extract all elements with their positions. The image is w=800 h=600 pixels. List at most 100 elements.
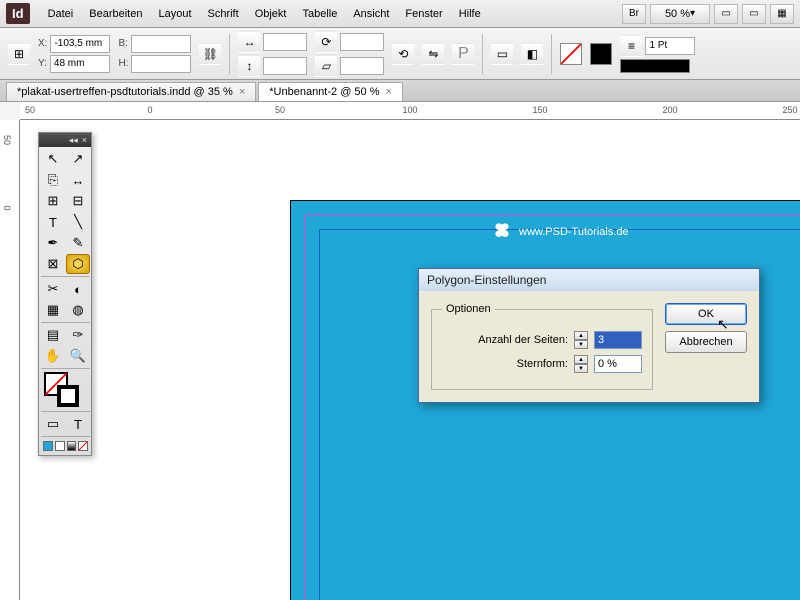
y-label: Y: bbox=[38, 58, 47, 69]
hand-tool[interactable]: ✋ bbox=[41, 346, 65, 366]
gradient-feather-tool[interactable]: ◍ bbox=[66, 300, 90, 320]
direct-selection-tool[interactable]: ↗ bbox=[66, 149, 90, 169]
ruler-vertical[interactable]: 50 0 bbox=[0, 120, 20, 600]
rotate-icon[interactable]: ⟳ bbox=[315, 31, 337, 53]
arrange-icon[interactable]: ▦ bbox=[770, 4, 794, 24]
pencil-tool[interactable]: ✎ bbox=[66, 233, 90, 253]
w-input[interactable] bbox=[131, 35, 191, 53]
tab-unbenannt[interactable]: *Unbenannt-2 @ 50 %× bbox=[258, 82, 403, 101]
stroke-weight-icon: ≡ bbox=[620, 35, 642, 57]
stroke-weight-input[interactable] bbox=[645, 37, 695, 55]
sides-step-up[interactable]: ▲ bbox=[574, 331, 588, 340]
collapse-icon[interactable]: ◂◂ bbox=[69, 135, 78, 146]
bridge-button[interactable]: Br bbox=[622, 4, 646, 24]
apply-swatches[interactable] bbox=[41, 439, 90, 453]
cancel-button[interactable]: Abbrechen bbox=[665, 331, 747, 353]
content-placer-tool[interactable]: ⊟ bbox=[66, 191, 90, 211]
menu-bearbeiten[interactable]: Bearbeiten bbox=[81, 4, 150, 24]
menu-fenster[interactable]: Fenster bbox=[397, 4, 450, 24]
y-input[interactable] bbox=[50, 55, 110, 73]
menu-bar: Id Datei Bearbeiten Layout Schrift Objek… bbox=[0, 0, 800, 28]
menu-schrift[interactable]: Schrift bbox=[200, 4, 247, 24]
view-mode-icon[interactable]: ▭ bbox=[714, 4, 738, 24]
ok-button[interactable]: OK bbox=[665, 303, 747, 325]
scale-x-input[interactable] bbox=[263, 33, 307, 51]
content-collector-tool[interactable]: ⊞ bbox=[41, 191, 65, 211]
dialog-title[interactable]: Polygon-Einstellungen bbox=[419, 269, 759, 291]
star-step-down[interactable]: ▼ bbox=[574, 364, 588, 373]
document-tabs: *plakat-usertreffen-psdtutorials.indd @ … bbox=[0, 80, 800, 102]
free-transform-tool[interactable]: ◐ bbox=[66, 279, 90, 299]
select-container-icon[interactable]: ▭ bbox=[491, 43, 513, 65]
polygon-tool[interactable]: ⬡ bbox=[66, 254, 90, 274]
page-tool[interactable]: ⎘ bbox=[41, 170, 65, 190]
polygon-settings-dialog: Polygon-Einstellungen Optionen Anzahl de… bbox=[418, 268, 760, 403]
pen-tool[interactable]: ✒ bbox=[41, 233, 65, 253]
w-label: B: bbox=[118, 38, 127, 49]
screen-mode-icon[interactable]: ▭ bbox=[742, 4, 766, 24]
scale-y-icon[interactable]: ↕ bbox=[238, 55, 260, 77]
rectangle-frame-tool[interactable]: ⊠ bbox=[41, 254, 65, 274]
options-legend: Optionen bbox=[442, 303, 495, 315]
formatting-container-icon[interactable]: ▭ bbox=[41, 414, 65, 434]
stroke-swatch[interactable] bbox=[590, 43, 612, 65]
note-tool[interactable]: ▤ bbox=[41, 325, 65, 345]
options-group: Optionen Anzahl der Seiten: ▲▼ Sternform… bbox=[431, 303, 653, 390]
selection-tool[interactable]: ↖ bbox=[41, 149, 65, 169]
toolbox: ◂◂× ↖ ↗ ⎘ ↔ ⊞ ⊟ T ╲ ✒ ✎ ⊠ ⬡ ✂ ◐ ▦ ◍ ▤ ✑ … bbox=[38, 132, 92, 456]
flip-h-icon[interactable]: ⇋ bbox=[422, 43, 444, 65]
close-icon[interactable]: × bbox=[386, 86, 392, 98]
x-label: X: bbox=[38, 38, 47, 49]
flip-v-icon[interactable]: P bbox=[452, 43, 474, 65]
rotate-input[interactable] bbox=[340, 33, 384, 51]
apply-none[interactable] bbox=[55, 441, 65, 451]
close-icon[interactable]: × bbox=[239, 86, 245, 98]
menu-layout[interactable]: Layout bbox=[150, 4, 199, 24]
star-input[interactable] bbox=[594, 355, 642, 373]
apply-none-slash[interactable] bbox=[78, 441, 88, 451]
scale-x-icon[interactable]: ↔ bbox=[238, 31, 260, 53]
type-tool[interactable]: T bbox=[41, 212, 65, 232]
select-content-icon[interactable]: ◧ bbox=[521, 43, 543, 65]
x-input[interactable] bbox=[50, 35, 110, 53]
eyedropper-tool[interactable]: ✑ bbox=[66, 325, 90, 345]
zoom-level[interactable]: 50 % ▾ bbox=[650, 4, 710, 24]
reference-point-icon[interactable]: ⊞ bbox=[8, 43, 30, 65]
line-tool[interactable]: ╲ bbox=[66, 212, 90, 232]
sides-label: Anzahl der Seiten: bbox=[478, 334, 568, 346]
toolbox-header[interactable]: ◂◂ × bbox=[39, 133, 91, 147]
star-step-up[interactable]: ▲ bbox=[574, 355, 588, 364]
control-bar: ⊞ X: Y: B: H: ⛓ ↔ ↕ ⟳ ▱ ⟲ ⇋ P ▭ ◧ ≡ bbox=[0, 28, 800, 80]
fill-stroke-control[interactable] bbox=[41, 371, 90, 409]
app-logo: Id bbox=[6, 3, 30, 24]
menu-tabelle[interactable]: Tabelle bbox=[294, 4, 345, 24]
scissors-tool[interactable]: ✂ bbox=[41, 279, 65, 299]
butterfly-icon bbox=[491, 221, 513, 243]
menu-objekt[interactable]: Objekt bbox=[247, 4, 295, 24]
ruler-horizontal[interactable]: 50 0 50 100 150 200 250 bbox=[20, 102, 800, 120]
shear-input[interactable] bbox=[340, 57, 384, 75]
close-icon[interactable]: × bbox=[82, 135, 87, 145]
gap-tool[interactable]: ↔ bbox=[66, 170, 90, 190]
rotate-90-icon[interactable]: ⟲ bbox=[392, 43, 414, 65]
h-label: H: bbox=[118, 58, 128, 69]
tab-plakat[interactable]: *plakat-usertreffen-psdtutorials.indd @ … bbox=[6, 82, 256, 101]
constrain-icon[interactable]: ⛓ bbox=[199, 43, 221, 65]
apply-gradient[interactable] bbox=[67, 441, 77, 451]
zoom-tool[interactable]: 🔍 bbox=[66, 346, 90, 366]
fill-swatch[interactable] bbox=[560, 43, 582, 65]
page-url-text: www.PSD-Tutorials.de bbox=[491, 221, 629, 243]
h-input[interactable] bbox=[131, 55, 191, 73]
menu-ansicht[interactable]: Ansicht bbox=[345, 4, 397, 24]
scale-y-input[interactable] bbox=[263, 57, 307, 75]
apply-color-cyan[interactable] bbox=[43, 441, 53, 451]
sides-input[interactable] bbox=[594, 331, 642, 349]
stroke-style-select[interactable] bbox=[620, 59, 690, 73]
shear-icon[interactable]: ▱ bbox=[315, 55, 337, 77]
sides-step-down[interactable]: ▼ bbox=[574, 340, 588, 349]
menu-hilfe[interactable]: Hilfe bbox=[451, 4, 489, 24]
formatting-text-icon[interactable]: T bbox=[66, 414, 90, 434]
gradient-swatch-tool[interactable]: ▦ bbox=[41, 300, 65, 320]
menu-datei[interactable]: Datei bbox=[40, 4, 82, 24]
star-label: Sternform: bbox=[517, 358, 568, 370]
